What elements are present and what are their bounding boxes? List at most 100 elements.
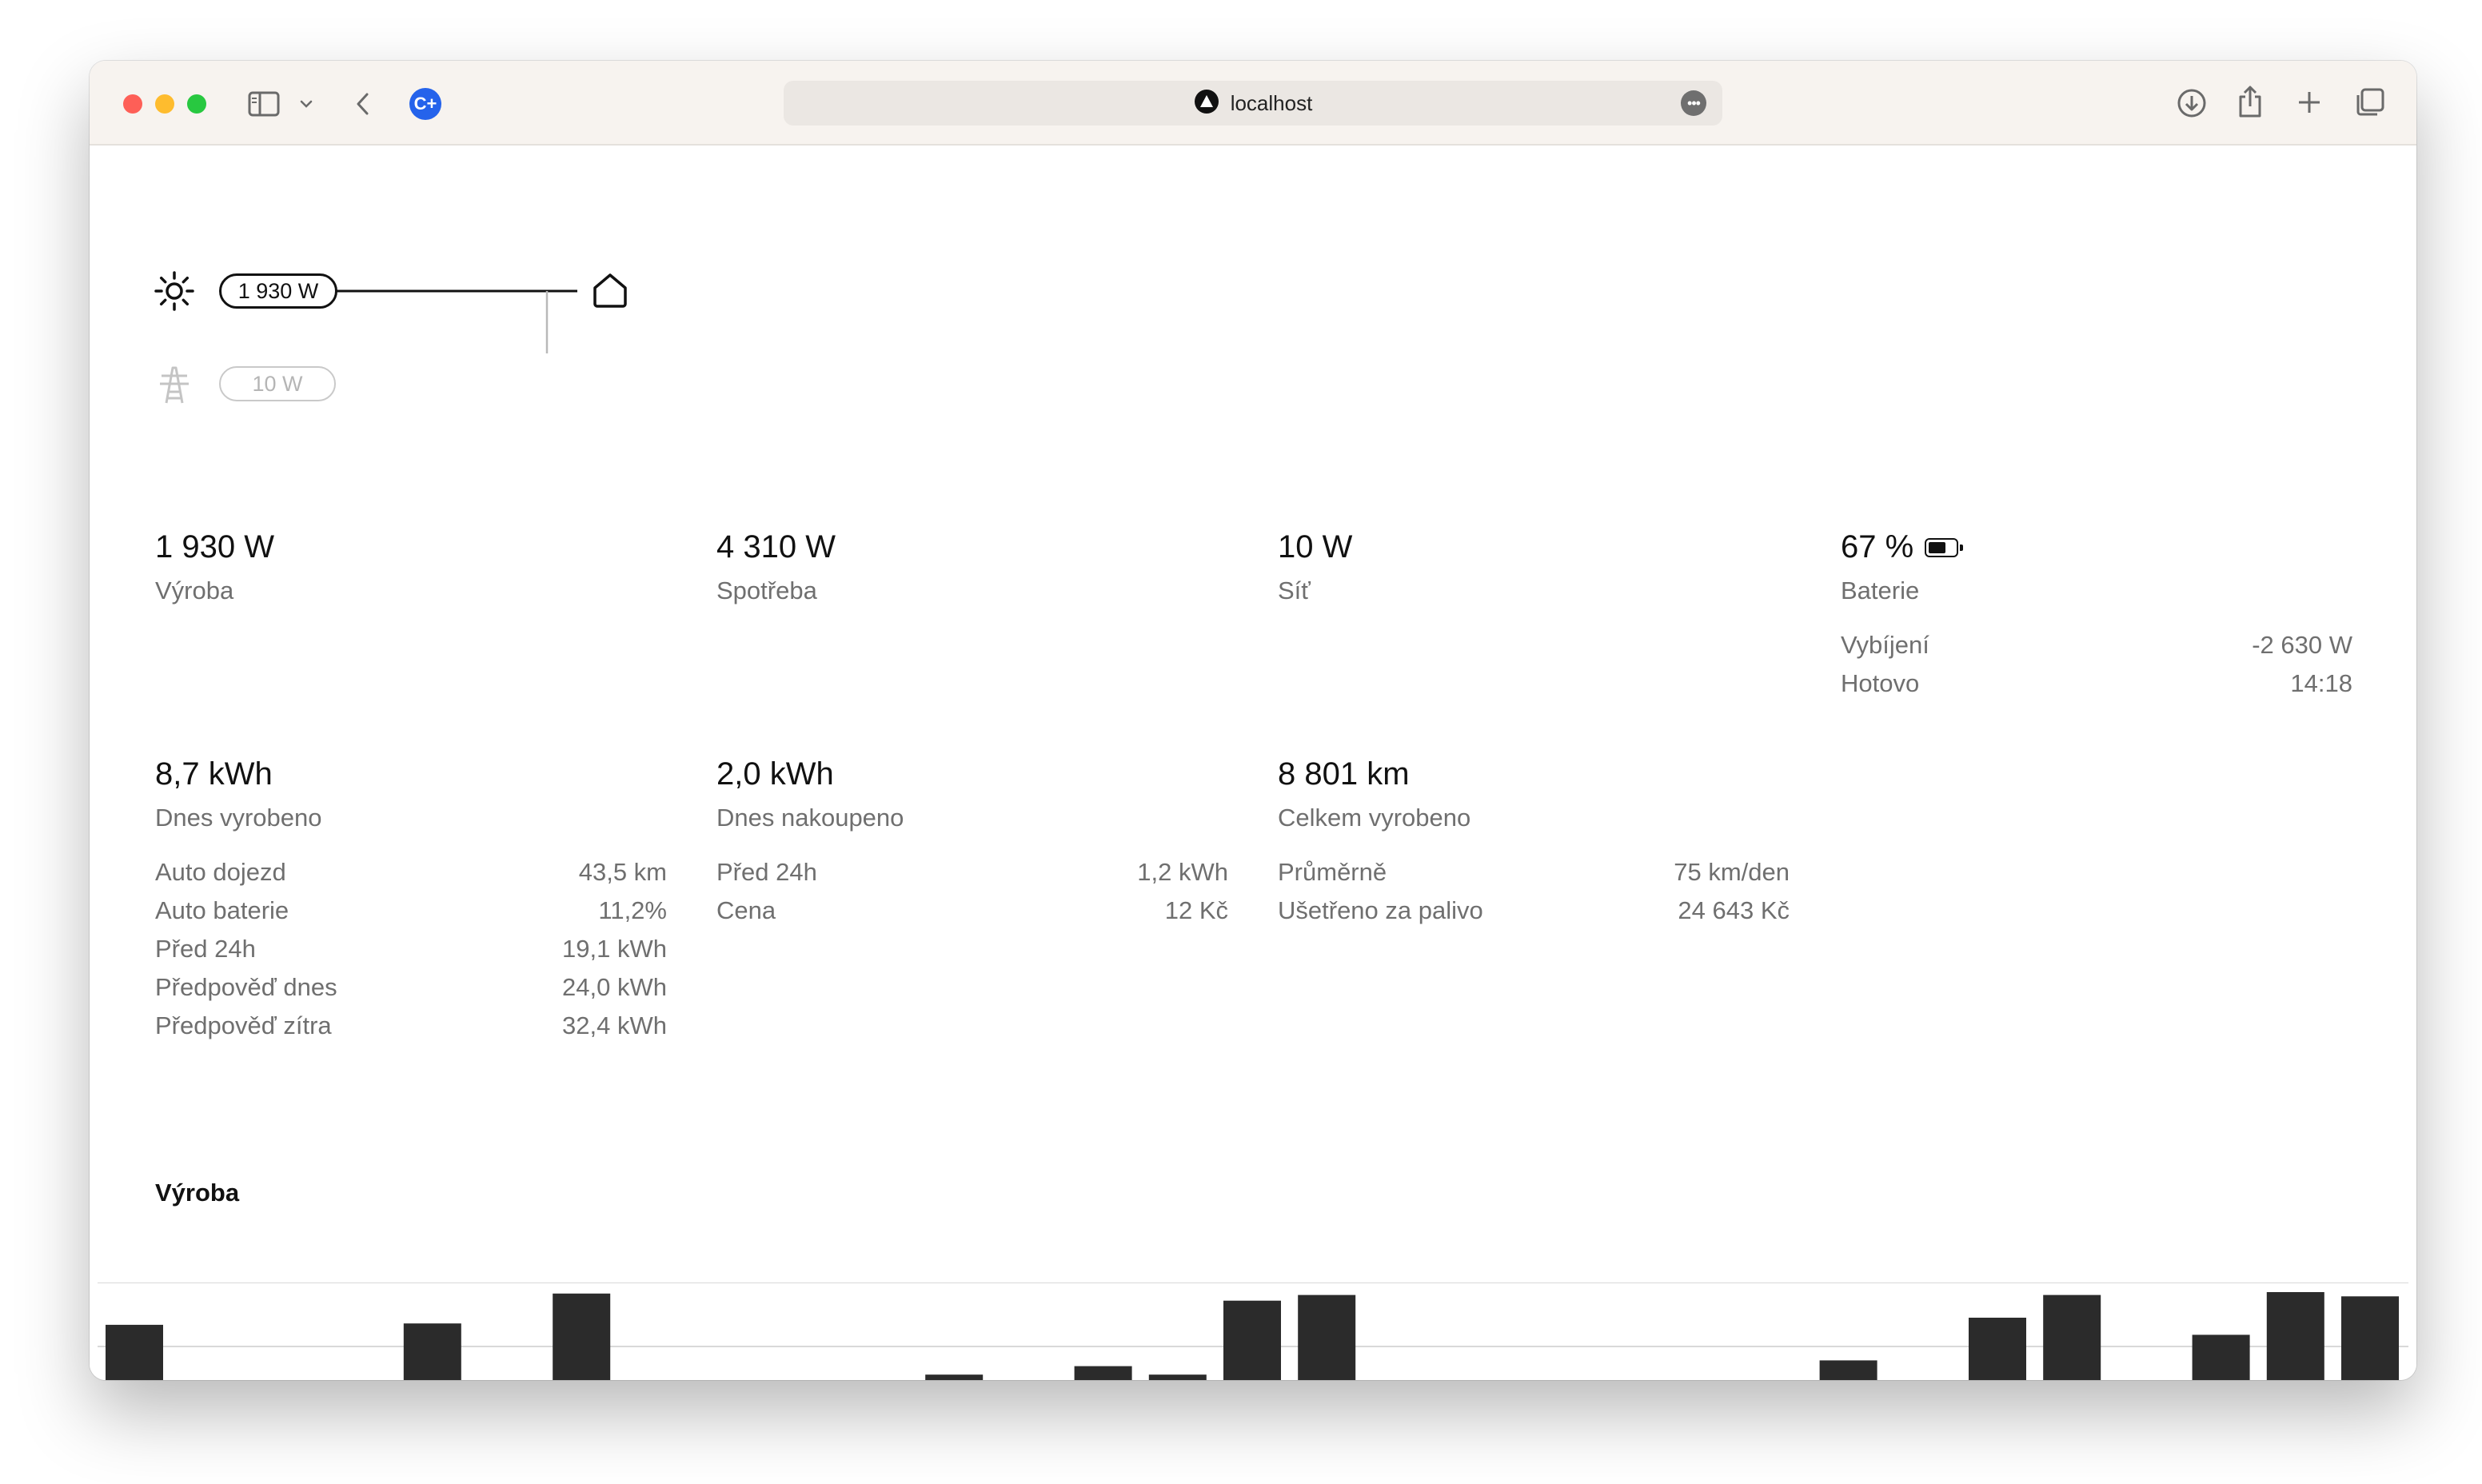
- row-value: 11,2%: [598, 896, 667, 924]
- row-key: Hotovo: [1841, 669, 1920, 697]
- row-key: Vybíjení: [1841, 631, 1929, 659]
- stat-value: 1 930 W: [155, 529, 274, 564]
- stat-total-produced: 8 801 km Celkem vyrobeno Průměrně 75 km/d…: [1278, 756, 1790, 930]
- close-window-button[interactable]: [123, 94, 142, 114]
- row-value: 75 km/den: [1674, 858, 1790, 886]
- stat-label: Dnes vyrobeno: [155, 804, 322, 832]
- row-key: Cena: [716, 896, 776, 924]
- sidebar-icon[interactable]: [246, 88, 281, 120]
- stat-label: Celkem vyrobeno: [1278, 804, 1471, 832]
- stat-value: 8 801 km: [1278, 756, 1410, 792]
- stat-row: Ušetřeno za palivo 24 643 Kč: [1278, 892, 1790, 930]
- stat-row: Hotovo 14:18: [1841, 664, 2352, 703]
- download-icon[interactable]: [2173, 85, 2210, 122]
- chart-bar: [2043, 1295, 2101, 1380]
- minimize-window-button[interactable]: [155, 94, 174, 114]
- stat-label: Dnes nakoupeno: [716, 804, 904, 832]
- stat-label: Baterie: [1841, 576, 1920, 604]
- chevron-down-icon[interactable]: [296, 93, 317, 115]
- row-value: 14:18: [2290, 669, 2352, 697]
- stat-row: Cena 12 Kč: [716, 892, 1228, 930]
- row-value: -2 630 W: [2252, 631, 2352, 659]
- home-icon: [590, 270, 630, 314]
- stat-grid: 10 W Síť: [1278, 529, 1790, 605]
- row-key: Před 24h: [716, 858, 817, 886]
- battery-percent: 67 %: [1841, 529, 1914, 564]
- stat-value: 2,0 kWh: [716, 756, 834, 792]
- stat-row: Auto dojezd 43,5 km: [155, 853, 667, 892]
- row-value: 12 Kč: [1164, 896, 1228, 924]
- stat-consumption: 4 310 W Spotřeba: [716, 529, 1228, 605]
- row-key: Předpověď dnes: [155, 973, 337, 1001]
- chart-bar: [2341, 1296, 2399, 1380]
- battery-icon: [1925, 537, 1964, 557]
- chart-bar: [553, 1293, 611, 1380]
- stat-row: Předpověď dnes 24,0 kWh: [155, 968, 667, 1007]
- stat-value: 10 W: [1278, 529, 1353, 564]
- row-value: 24,0 kWh: [562, 973, 667, 1001]
- row-value: 19,1 kWh: [562, 935, 667, 963]
- chart-bar: [106, 1324, 163, 1380]
- energy-flow-diagram: 1 930 W 10 W: [90, 146, 729, 404]
- chart-bar: [403, 1323, 461, 1380]
- chart-bar: [2192, 1334, 2250, 1380]
- row-key: Auto dojezd: [155, 858, 286, 886]
- stat-rows: Průměrně 75 km/den Ušetřeno za palivo 24 6…: [1278, 853, 1790, 930]
- stat-row: Průměrně 75 km/den: [1278, 853, 1790, 892]
- stat-row: Auto baterie 11,2%: [155, 892, 667, 930]
- stat-label: Výroba: [155, 576, 234, 604]
- extension-icon[interactable]: C+: [409, 88, 441, 120]
- row-value: 24 643 Kč: [1678, 896, 1790, 924]
- zoom-window-button[interactable]: [187, 94, 206, 114]
- row-value: 43,5 km: [578, 858, 667, 886]
- stat-today-bought: 2,0 kWh Dnes nakoupeno Před 24h 1,2 kWh C…: [716, 756, 1228, 930]
- site-logo-icon: [1194, 89, 1219, 118]
- chart-bar: [1969, 1318, 2026, 1380]
- chart-bar: [925, 1374, 984, 1380]
- stat-row: Před 24h 19,1 kWh: [155, 930, 667, 968]
- stat-row: Vybíjení -2 630 W: [1841, 626, 2352, 664]
- stat-row: Před 24h 1,2 kWh: [716, 853, 1228, 892]
- chart-bar: [1298, 1295, 1356, 1380]
- stat-label: Spotřeba: [716, 576, 817, 604]
- section-title: Výroba: [155, 1179, 240, 1207]
- back-icon[interactable]: [350, 88, 376, 120]
- sun-icon: [154, 270, 195, 316]
- page-content: 1 930 W 10 W 1 930 W Výroba 4 310 W Spot…: [90, 146, 2416, 1380]
- row-key: Před 24h: [155, 935, 256, 963]
- stat-rows: Auto dojezd 43,5 km Auto baterie 11,2% Pře…: [155, 853, 667, 1045]
- stat-value: 67 %: [1841, 529, 2352, 565]
- stat-rows: Před 24h 1,2 kWh Cena 12 Kč: [716, 853, 1228, 930]
- stat-value: 4 310 W: [716, 529, 836, 564]
- flow-lines: [329, 289, 577, 353]
- chart-bar: [1223, 1300, 1281, 1380]
- row-key: Průměrně: [1278, 858, 1387, 886]
- more-icon[interactable]: •••: [1681, 90, 1706, 116]
- new-tab-icon[interactable]: [2293, 86, 2325, 118]
- chart-bar: [2266, 1292, 2324, 1380]
- address-bar[interactable]: localhost •••: [784, 81, 1722, 126]
- chart-bar: [1148, 1374, 1207, 1380]
- browser-window: C+ localhost ••• 1 930 W 10 W 1 930 W Vý…: [90, 61, 2416, 1380]
- row-value: 1,2 kWh: [1137, 858, 1228, 886]
- grid-power-pill: 10 W: [219, 366, 336, 401]
- power-tower-icon: [154, 363, 195, 410]
- row-key: Předpověď zítra: [155, 1011, 332, 1039]
- chart-bar: [1819, 1360, 1877, 1380]
- share-icon[interactable]: [2234, 82, 2266, 122]
- production-chart: [98, 1283, 2408, 1380]
- url-text: localhost: [1230, 90, 1313, 115]
- row-value: 32,4 kWh: [562, 1011, 667, 1039]
- stat-label: Síť: [1278, 576, 1311, 604]
- row-key: Auto baterie: [155, 896, 289, 924]
- stat-row: Předpověď zítra 32,4 kWh: [155, 1007, 667, 1045]
- tab-overview-icon[interactable]: [2352, 85, 2388, 120]
- browser-toolbar: C+ localhost •••: [90, 61, 2416, 146]
- solar-power-pill: 1 930 W: [219, 273, 337, 309]
- chart-bar: [1074, 1366, 1132, 1380]
- row-key: Ušetřeno za palivo: [1278, 896, 1483, 924]
- stat-rows: Vybíjení -2 630 W Hotovo 14:18: [1841, 626, 2352, 703]
- stat-value: 8,7 kWh: [155, 756, 273, 792]
- stat-today-produced: 8,7 kWh Dnes vyrobeno Auto dojezd 43,5 km…: [155, 756, 667, 1045]
- stat-production: 1 930 W Výroba: [155, 529, 667, 605]
